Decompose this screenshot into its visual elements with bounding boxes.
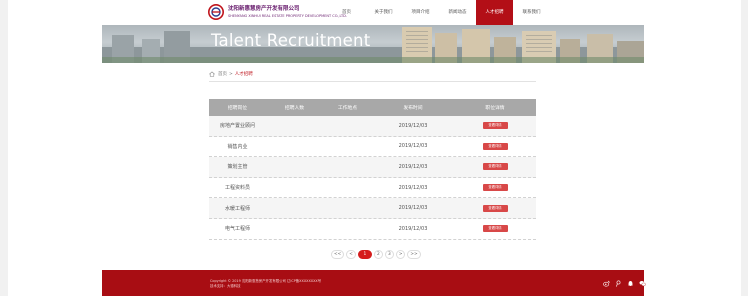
cell-date: 2019/12/03: [398, 225, 428, 232]
cell-date: 2019/12/03: [398, 122, 428, 129]
table-row: 工程资料员 2019/12/03 查看详情: [209, 178, 536, 199]
cell-details: 查看详情: [454, 142, 536, 150]
page-next-button[interactable]: >: [395, 250, 406, 259]
view-details-button[interactable]: 查看详情: [482, 184, 508, 192]
table-body: 房地产置业顾问 2019/12/03 查看详情 销售内业 2019/12/03 …: [209, 116, 536, 240]
page-prev-button[interactable]: <: [346, 250, 356, 259]
page-2-button[interactable]: 2: [373, 250, 383, 259]
cell-position: 房地产置业顾问: [219, 123, 255, 130]
header-date: 发布时间: [403, 106, 423, 111]
footer-social: [598, 280, 646, 287]
banner-skyline-image: [102, 27, 644, 63]
main-nav: 首页 关于我们 项目介绍 新闻动态 人才招聘 联系我们: [328, 0, 550, 25]
cell-date: 2019/12/03: [398, 184, 428, 191]
nav-item-projects[interactable]: 项目介绍: [402, 0, 439, 25]
cell-position: 销售内业: [227, 143, 248, 150]
nav-item-contact[interactable]: 联系我们: [513, 0, 550, 25]
cell-details: 查看详情: [454, 204, 536, 212]
breadcrumb: 首页 > 人才招聘: [209, 71, 253, 77]
nav-item-news[interactable]: 新闻动态: [439, 0, 476, 25]
nav-item-about[interactable]: 关于我们: [365, 0, 402, 25]
header-position: 招聘岗位: [227, 106, 248, 111]
home-icon: [209, 71, 215, 77]
table-row: 水暖工程师 2019/12/03 查看详情: [209, 198, 536, 219]
site-header: 沈阳新惠慧房产开发有限公司 SHENYANG XINHUI REAL ESTAT…: [8, 0, 741, 25]
page-3-button[interactable]: 3: [384, 250, 394, 259]
tencent-weibo-icon[interactable]: [615, 280, 622, 287]
header-count: 招聘人数: [284, 106, 305, 111]
breadcrumb-divider: [209, 81, 536, 82]
footer-support: 技术支持：大德科技: [210, 284, 241, 288]
view-details-button[interactable]: 查看详情: [482, 225, 508, 233]
banner-title: Talent Recruitment: [211, 31, 371, 50]
cell-position: 策划主管: [227, 164, 248, 171]
weibo-icon[interactable]: [603, 280, 610, 287]
wechat-icon[interactable]: [639, 280, 646, 287]
site-footer: Copyright © 2019 沈阳新惠慧房产开发有限公司 辽ICP备XXXX…: [102, 270, 646, 296]
view-details-button[interactable]: 查看详情: [482, 163, 508, 171]
cell-date: 2019/12/03: [398, 163, 428, 170]
jobs-table: 招聘岗位 招聘人数 工作地点 发布时间 职位详情 房地产置业顾问 2019/12…: [209, 99, 536, 240]
nav-item-recruitment[interactable]: 人才招聘: [476, 0, 513, 25]
footer-text: Copyright © 2019 沈阳新惠慧房产开发有限公司 辽ICP备XXXX…: [210, 279, 321, 289]
pagination: << < 1 2 3 > >>: [331, 250, 423, 259]
breadcrumb-current: 人才招聘: [234, 72, 253, 77]
breadcrumb-home[interactable]: 首页: [218, 71, 227, 77]
page-banner: Talent Recruitment: [102, 25, 644, 63]
cell-position: 工程资料员: [224, 185, 250, 192]
cell-date: 2019/12/03: [398, 205, 428, 212]
page-first-button[interactable]: <<: [331, 250, 345, 259]
table-row: 销售内业 2019/12/03 查看详情: [209, 137, 536, 158]
table-header: 招聘岗位 招聘人数 工作地点 发布时间 职位详情: [209, 99, 536, 116]
cell-details: 查看详情: [454, 184, 536, 192]
site-logo[interactable]: 沈阳新惠慧房产开发有限公司 SHENYANG XINHUI REAL ESTAT…: [208, 4, 347, 20]
breadcrumb-separator: >: [229, 71, 233, 77]
cell-date: 2019/12/03: [398, 143, 428, 150]
cell-position: 水暖工程师: [224, 205, 250, 212]
cell-details: 查看详情: [454, 225, 536, 233]
table-row: 电气工程师 2019/12/03 查看详情: [209, 219, 536, 240]
page-1-button[interactable]: 1: [357, 250, 372, 259]
logo-mark-icon: [208, 4, 224, 20]
view-details-button[interactable]: 查看详情: [482, 204, 508, 212]
header-location: 工作地点: [337, 106, 358, 111]
table-row: 策划主管 2019/12/03 查看详情: [209, 157, 536, 178]
table-row: 房地产置业顾问 2019/12/03 查看详情: [209, 116, 536, 137]
page-root: 沈阳新惠慧房产开发有限公司 SHENYANG XINHUI REAL ESTAT…: [0, 0, 748, 296]
view-details-button[interactable]: 查看详情: [482, 142, 508, 150]
header-details: 职位详情: [485, 106, 505, 111]
nav-item-home[interactable]: 首页: [328, 0, 365, 25]
qq-icon[interactable]: [627, 280, 634, 287]
cell-position: 电气工程师: [224, 226, 250, 233]
page-last-button[interactable]: >>: [407, 250, 421, 259]
cell-details: 查看详情: [454, 122, 536, 130]
view-details-button[interactable]: 查看详情: [482, 122, 508, 130]
cell-details: 查看详情: [454, 163, 536, 171]
